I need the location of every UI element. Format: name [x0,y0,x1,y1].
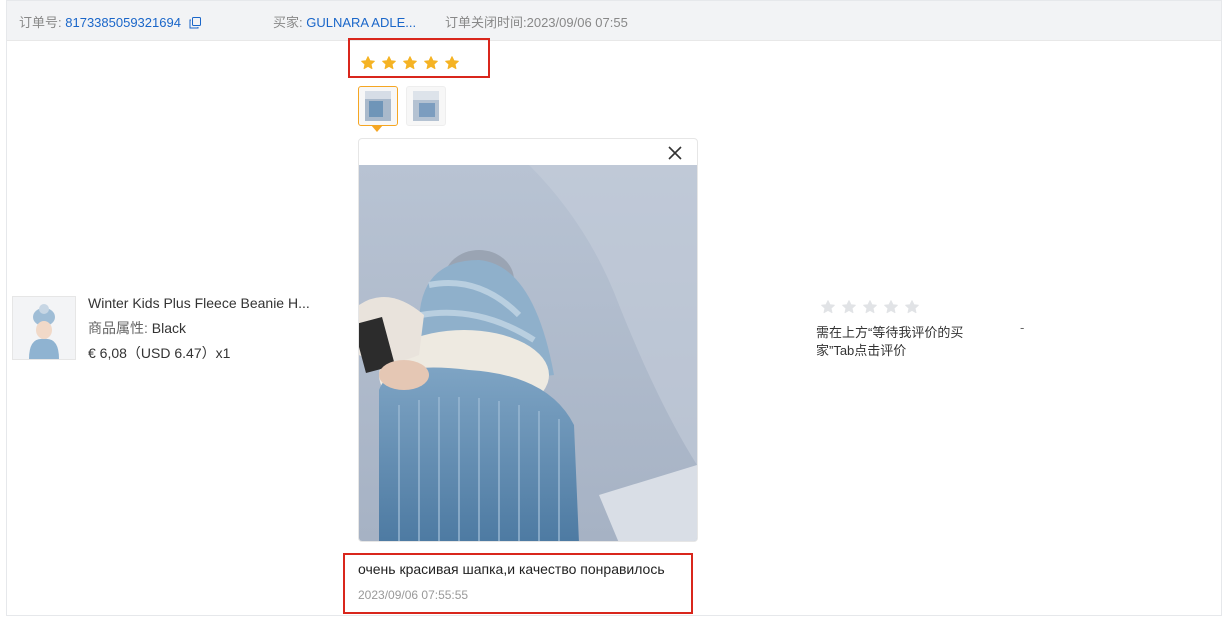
star-icon [381,55,397,76]
order-number-label: 订单号: [19,15,62,30]
star-icon [423,55,439,76]
star-icon [862,299,878,320]
placeholder-dash: - [1020,320,1025,335]
attr-label: 商品属性: [88,321,148,336]
review-thumbnail-2[interactable] [406,86,446,126]
product-thumbnail[interactable] [12,296,76,360]
star-icon [360,55,376,76]
thumbnail-pointer [371,125,383,132]
buyer-group: 买家: GULNARA ADLE... [273,12,416,31]
review-thumbnail-1[interactable] [358,86,398,126]
review-image-preview [358,138,698,542]
buyer-label: 买家: [273,15,303,30]
order-closed-time: 订单关闭时间:2023/09/06 07:55 [445,15,628,30]
star-icon [841,299,857,320]
review-image-thumbnails [358,86,446,126]
product-price: € 6,08（USD 6.47）x1 [88,346,231,361]
attr-value: Black [151,321,187,336]
star-icon [820,299,836,320]
buyer-name-link[interactable]: GULNARA ADLE... [306,15,416,30]
star-icon [904,299,920,320]
star-icon [402,55,418,76]
star-icon [883,299,899,320]
buyer-rating-stars [360,55,460,76]
order-header: 订单号: 8173385059321694 买家: GULNARA ADLE..… [7,1,1221,41]
product-title[interactable]: Winter Kids Plus Fleece Beanie H... [88,296,328,321]
seller-review-note: 需在上方“等待我评价的买家”Tab点击评价 [816,325,964,358]
close-icon[interactable] [667,145,683,161]
product-attributes: 商品属性: Black [88,321,328,346]
review-photo [359,165,697,541]
star-icon [444,55,460,76]
order-number-group: 订单号: 8173385059321694 [19,12,201,32]
product-text: Winter Kids Plus Fleece Beanie H... 商品属性… [88,296,328,371]
copy-icon[interactable] [189,17,201,32]
seller-rating-stars [820,299,920,320]
review-comment: очень красивая шапка,и качество понравил… [358,561,665,577]
review-time: 2023/09/06 07:55:55 [358,588,469,602]
order-number-link[interactable]: 8173385059321694 [65,15,181,30]
